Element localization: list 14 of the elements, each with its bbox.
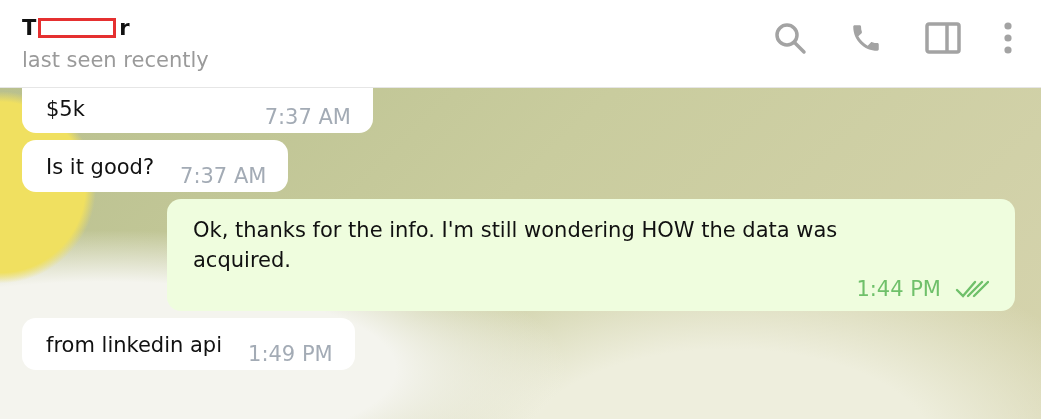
message-time: 1:49 PM: [248, 341, 333, 366]
message-text: $5k: [46, 96, 85, 123]
contact-status: last seen recently: [22, 47, 210, 72]
message-time: 7:37 AM: [180, 163, 267, 188]
more-menu-icon[interactable]: [1003, 21, 1013, 54]
sidebar-toggle-icon[interactable]: [925, 21, 961, 54]
message-time: 7:37 AM: [264, 105, 351, 130]
message-text: Ok, thanks for the info. I'm still wondering HOW the data was acquired.: [193, 216, 839, 275]
contact-name-start: T: [22, 15, 37, 40]
message-text: from linkedin api: [46, 332, 223, 360]
search-icon[interactable]: [773, 20, 807, 55]
message-time: 1:44 PM: [856, 277, 941, 302]
contact-name-end: r: [119, 15, 130, 40]
message-text: Is it good?: [46, 154, 155, 182]
